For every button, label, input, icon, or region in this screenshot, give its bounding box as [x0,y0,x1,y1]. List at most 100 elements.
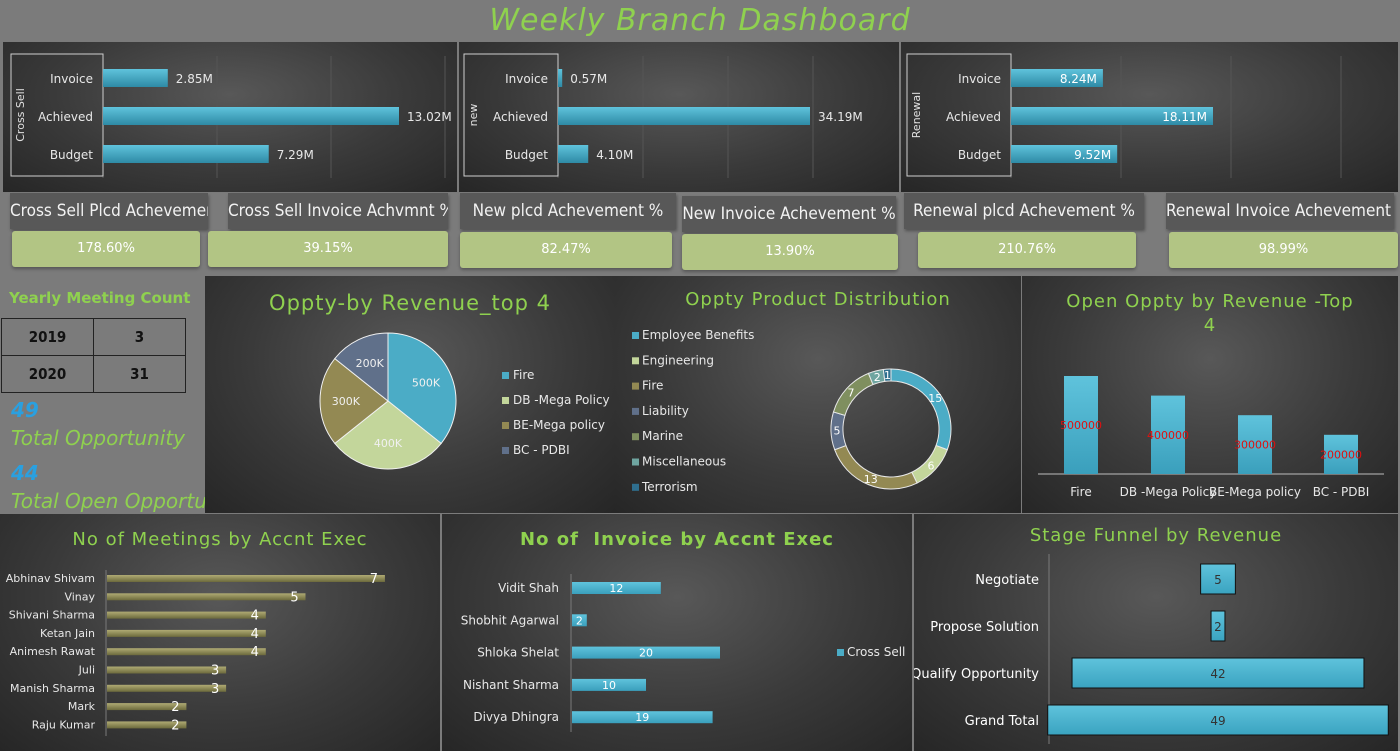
legend-label: BC - PDBI [513,443,570,457]
segment-label: 13 [864,473,878,486]
category-label: Shloka Shelat [477,646,559,660]
category-label: Achieved [946,110,1001,124]
category-label: Shobhit Agarwal [461,613,559,627]
category-label: Vinay [64,590,95,603]
bar-value-label: 9.52M [1074,148,1111,162]
legend-swatch [632,332,639,339]
category-label: Mark [68,700,96,713]
category-label: Invoice [50,72,93,86]
bar-value-label: 7.29M [277,148,314,162]
category-label: BE-Mega policy [1209,485,1301,499]
kpi-value-new-invoice: 13.90% [682,234,898,270]
bar-value-label: 4 [251,609,259,624]
category-label: Qualify Opportunity [914,667,1039,682]
count-cell: 3 [93,318,186,356]
bar [103,69,168,87]
legend-swatch [502,447,509,454]
kpi-value-renewal-invoice: 98.99% [1169,232,1398,268]
legend-swatch [502,422,509,429]
bar-value-label: 20 [639,647,653,660]
category-label: Vidit Shah [498,581,559,595]
segment-label: 5 [834,425,841,438]
segment-label: 15 [928,392,942,405]
category-label: Abhinav Shivam [6,572,95,585]
legend-swatch [632,483,639,491]
legend-swatch [632,357,639,365]
bar-value-label: 200000 [1320,448,1362,461]
legend-swatch [632,458,639,466]
legend-label: Employee Benefits [642,328,754,342]
bar-value-label: 4 [251,645,259,660]
axis-label: Cross Sell [14,88,27,142]
legend-label: Terrorism [641,480,698,494]
legend-label: Cross Sell [847,645,905,659]
year-cell: 2019 [1,318,94,356]
bar [107,575,385,582]
bar-value-label: 5 [1214,573,1222,587]
category-label: Grand Total [965,714,1039,729]
dashboard-title: Weekly Branch Dashboard [489,3,911,38]
axis-label: new [467,104,480,127]
slice-label: 500K [412,377,441,390]
kpi-value-cross-sell-plcd: 178.60% [12,231,200,267]
bar-value-label: 13.02M [407,110,452,124]
category-label: Divya Dhingra [473,710,559,724]
bar-value-label: 2.85M [176,72,213,86]
yearly-meeting-table: 2019 3 2020 31 [1,318,186,393]
category-label: Fire [1070,485,1091,499]
yearly-meeting-title: Yearly Meeting Count [9,289,191,307]
bar-value-label: 3 [211,682,219,697]
bar-value-label: 19 [635,711,649,724]
legend-label: Marine [642,429,683,443]
bar-value-label: 12 [609,582,623,595]
bar [103,145,269,163]
kpi-value-new-plcd: 82.47% [460,232,672,268]
donut-segment [890,368,952,451]
bar [107,684,227,692]
bar-value-label: 2 [576,614,583,627]
category-label: Ketan Jain [40,627,95,640]
slice-label: 400K [374,437,403,450]
bar-value-label: 10 [602,679,616,692]
bar-value-label: 2 [171,718,179,733]
legend-label: Miscellaneous [642,455,726,469]
total-open-opportunity-value: 44 [11,461,39,485]
count-cell: 31 [93,355,186,393]
bar [558,145,589,163]
category-label: Juli [78,664,95,677]
cross-sell-chart-panel: Cross Sell Invoice 2.85M Achieved 13.02M Budg… [3,42,457,192]
bar-value-label: 49 [1210,714,1225,728]
legend-label: Fire [642,379,663,393]
category-label: Negotiate [975,573,1039,588]
open-oppty-bar-chart: 500000 Fire 400000 DB -Mega Policy 300000 BE-… [1038,376,1384,499]
category-label: Budget [958,148,1001,162]
legend-swatch [502,372,509,379]
legend-swatch [837,649,844,656]
bar-value-label: 2 [171,700,179,715]
meetings-by-exec-bar-chart: Abhinav Shivam 7 Vinay 5 Shivani Sharma 4 Keta… [6,570,385,736]
category-label: Raju Kumar [32,718,96,731]
segment-label: 1 [884,369,891,382]
oppty-revenue-pie-panel: Oppty-by Revenue_top 4 500K 400K 300K 200K F… [205,276,615,513]
segment-label: 6 [927,459,934,472]
bar [107,629,266,637]
renewal-bar-chart: Renewal Invoice 8.24M Achieved 18.11M Budget 9… [906,53,1342,178]
bar-value-label: 2 [1214,620,1222,634]
legend-label: Liability [642,404,689,418]
product-distribution-panel: Oppty Product Distribution 15 6 13 5 7 2 1 Empl… [615,276,1021,513]
meetings-by-exec-panel: No of Meetings by Accnt Exec Abhinav Shi… [0,514,440,751]
category-label: Budget [50,148,93,162]
slice-label: 300K [332,395,361,408]
bar-value-label: 400000 [1147,429,1189,442]
kpi-label-renewal-invoice: Renewal Invoice Achevement % [1166,193,1394,229]
category-label: Propose Solution [930,620,1039,635]
segment-label: 2 [874,371,881,384]
bar [103,107,399,125]
category-label: Nishant Sharma [463,678,559,692]
kpi-value-cross-sell-invoice: 39.15% [208,231,448,267]
kpi-value-renewal-plcd: 210.76% [918,232,1136,268]
oppty-revenue-pie-chart: 500K 400K 300K 200K Fire DB -Mega Policy BE-Me… [319,332,610,470]
bar [558,107,810,125]
axis-label: Renewal [910,92,923,138]
legend-label: DB -Mega Policy [513,393,610,407]
